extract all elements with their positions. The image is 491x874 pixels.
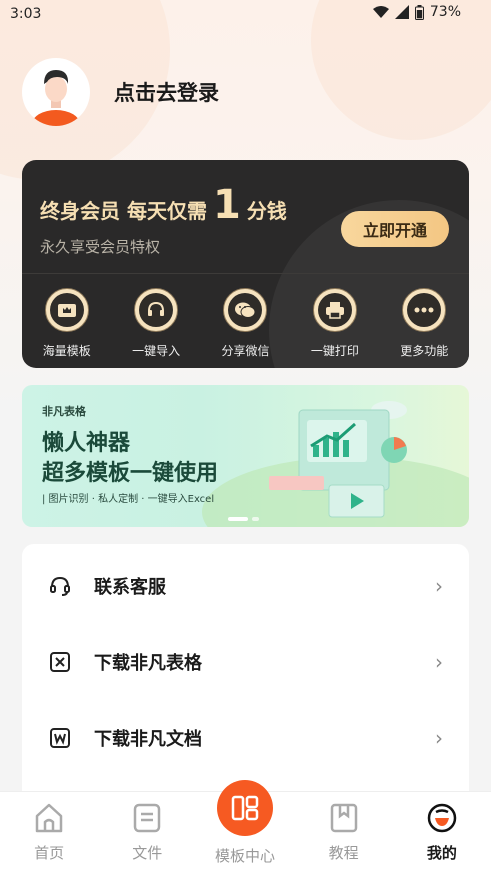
tab-tutorials[interactable]: 教程 [295,792,393,874]
feature-label: 分享微信 [221,344,270,358]
banner-illustration [269,401,407,518]
feature-more[interactable]: 更多功能 [380,288,469,359]
file-icon [134,803,161,833]
tab-label: 首页 [34,844,65,862]
template-center-icon [231,795,259,821]
carousel-indicator [228,517,259,521]
vip-title-prefix: 终身会员 每天仅需 [40,199,207,223]
chevron-right-icon: › [435,726,443,750]
menu-card: 联系客服 › 下载非凡表格 › 下载非凡文档 › [22,544,469,804]
tab-files[interactable]: 文件 [98,792,196,874]
crown-template-icon [49,293,84,327]
status-bar: 3:03 73% [0,0,491,28]
vip-title-suffix: 分钱 [246,199,287,223]
template-center-button[interactable] [217,780,273,836]
tab-label: 文件 [132,844,163,862]
battery-icon [414,4,424,20]
tutorial-icon [330,803,357,833]
feature-print[interactable]: 一键打印 [290,288,379,359]
feature-label: 更多功能 [400,344,449,358]
vip-title: 终身会员 每天仅需 1 分钱 [40,182,287,228]
banner-brand: 非凡表格 [42,405,86,418]
more-dots-icon [407,293,442,327]
home-icon [35,803,63,833]
profile-section[interactable]: 点击去登录 [22,58,219,126]
tab-profile[interactable]: 我的 [393,792,491,874]
menu-label: 下载非凡表格 [94,653,202,674]
feature-label: 一键导入 [132,344,181,358]
feature-templates[interactable]: 海量模板 [22,288,111,359]
w-box-icon [48,726,72,750]
tab-label: 我的 [426,844,457,862]
banner-headline: 超多模板一键使用 [42,461,219,486]
banner-headline: 懒人神器 [42,431,131,456]
tab-label: 教程 [328,844,359,862]
wifi-icon [372,6,389,18]
avatar[interactable] [22,58,90,126]
promo-banner[interactable]: 非凡表格 懒人神器 超多模板一键使用 | 图片识别 · 私人定制 · 一键导入E… [22,385,469,527]
status-time: 3:03 [10,6,42,22]
feature-share-wechat[interactable]: 分享微信 [201,288,290,359]
menu-item-download-sheet[interactable]: 下载非凡表格 › [22,624,469,700]
activate-vip-button[interactable]: 立即开通 [341,211,449,247]
login-prompt[interactable]: 点击去登录 [114,77,219,107]
menu-label: 联系客服 [94,577,166,598]
wechat-icon [228,293,263,327]
headset-icon [139,293,174,327]
headset-outline-icon [48,574,72,598]
chevron-right-icon: › [435,574,443,598]
printer-icon [317,293,352,327]
chevron-right-icon: › [435,650,443,674]
signal-icon [394,5,409,19]
divider [22,273,469,274]
battery-percent: 73% [429,4,461,20]
feature-label: 一键打印 [310,344,359,358]
menu-item-contact-service[interactable]: 联系客服 › [22,548,469,624]
banner-tagline: | 图片识别 · 私人定制 · 一键导入Excel [42,494,215,505]
x-box-icon [48,650,72,674]
menu-item-download-doc[interactable]: 下载非凡文档 › [22,700,469,776]
menu-label: 下载非凡文档 [94,729,202,750]
tab-home[interactable]: 首页 [0,792,98,874]
vip-subtitle: 永久享受会员特权 [40,238,161,256]
feature-import[interactable]: 一键导入 [111,288,200,359]
feature-label: 海量模板 [42,344,91,358]
profile-icon [427,803,457,833]
tab-label: 模板中心 [214,847,275,865]
vip-card: 终身会员 每天仅需 1 分钱 永久享受会员特权 立即开通 海量模板 一键导入 分… [22,160,469,368]
vip-title-number: 1 [212,182,241,228]
